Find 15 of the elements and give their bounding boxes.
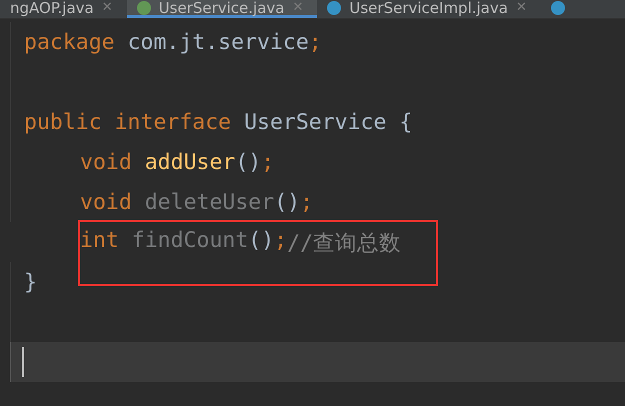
editor-tab[interactable]: UserService.java ✕ xyxy=(126,0,318,18)
close-icon[interactable]: ✕ xyxy=(102,0,113,15)
code-text: package com.jt.service; xyxy=(24,30,322,54)
editor-tab[interactable]: UserServiceImpl.java ✕ xyxy=(317,0,541,18)
code-text: void deleteUser(); xyxy=(80,190,314,214)
interface-icon xyxy=(136,0,151,14)
close-icon[interactable]: ✕ xyxy=(516,0,527,15)
class-icon xyxy=(327,0,342,14)
code-text: int findCount();//查询总数 xyxy=(80,228,402,257)
code-text: public interface UserService { xyxy=(24,110,412,134)
class-icon xyxy=(550,0,565,14)
text-cursor xyxy=(22,347,24,377)
editor-tab[interactable]: ngAOP.java ✕ xyxy=(0,0,127,18)
code-text: void addUser(); xyxy=(80,150,274,174)
code-text: } xyxy=(24,270,37,294)
